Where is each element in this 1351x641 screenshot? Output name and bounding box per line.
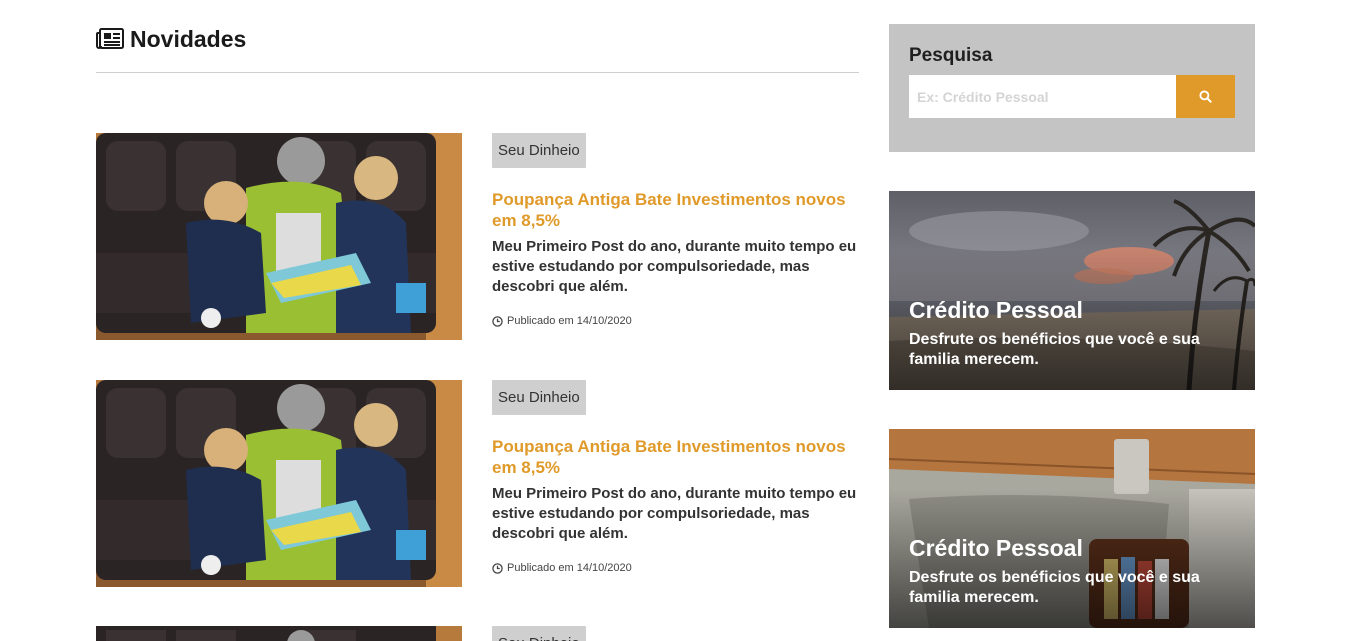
sidebar: Pesquisa Ex: Crédito Pessoal Crédito Pes… (889, 24, 1255, 628)
post-meta: Publicado em 14/10/2020 (492, 562, 862, 574)
promo-text: Crédito Pessoal Desfrute os benéficios q… (909, 534, 1239, 608)
publish-date: Publicado em 14/10/2020 (507, 315, 632, 327)
search-button[interactable] (1176, 75, 1235, 118)
post-meta: Publicado em 14/10/2020 (492, 315, 862, 327)
promo-card[interactable]: Crédito Pessoal Desfrute os benéficios q… (889, 191, 1255, 390)
clock-icon (492, 562, 503, 574)
post-excerpt: Meu Primeiro Post do ano, durante muito … (492, 238, 857, 295)
post-thumbnail[interactable] (96, 380, 462, 587)
promo-title: Crédito Pessoal (909, 535, 1083, 561)
post-body: Seu Dinheio Poupança Antiga Bate Investi… (492, 133, 862, 327)
newspaper-icon (96, 28, 124, 49)
search-icon (1199, 90, 1212, 103)
promo-text: Crédito Pessoal Desfrute os benéficios q… (909, 296, 1239, 370)
post-title[interactable]: Poupança Antiga Bate Investimentos novos… (492, 189, 862, 231)
promo-card[interactable]: Crédito Pessoal Desfrute os benéficios q… (889, 429, 1255, 628)
post-card[interactable]: Seu Dinheio (96, 626, 859, 641)
post-body: Seu Dinheio Poupança Antiga Bate Investi… (492, 380, 862, 574)
search-form (909, 75, 1235, 118)
promo-description: Desfrute os benéficios que você e sua fa… (909, 569, 1200, 606)
clock-icon (492, 315, 503, 327)
search-widget: Pesquisa (889, 24, 1255, 152)
promo-title: Crédito Pessoal (909, 297, 1083, 323)
post-title[interactable]: Poupança Antiga Bate Investimentos novos… (492, 436, 862, 478)
category-tag[interactable]: Seu Dinheio (492, 133, 586, 168)
section-header: Novidades (96, 0, 859, 73)
promo-description: Desfrute os benéficios que você e sua fa… (909, 331, 1200, 368)
post-thumbnail[interactable] (96, 626, 462, 641)
section-title: Novidades (130, 26, 247, 52)
post-thumbnail[interactable] (96, 133, 462, 340)
main-content: Novidades Seu Dinheio Poupança Antiga Ba… (96, 0, 859, 641)
category-tag[interactable]: Seu Dinheio (492, 380, 586, 415)
publish-date: Publicado em 14/10/2020 (507, 562, 632, 574)
search-input[interactable] (909, 75, 1176, 118)
search-title: Pesquisa (909, 45, 993, 66)
post-body: Seu Dinheio (492, 626, 859, 641)
post-card[interactable]: Seu Dinheio Poupança Antiga Bate Investi… (96, 133, 859, 340)
post-excerpt: Meu Primeiro Post do ano, durante muito … (492, 485, 857, 542)
category-tag[interactable]: Seu Dinheio (492, 626, 586, 641)
post-card[interactable]: Seu Dinheio Poupança Antiga Bate Investi… (96, 380, 859, 587)
